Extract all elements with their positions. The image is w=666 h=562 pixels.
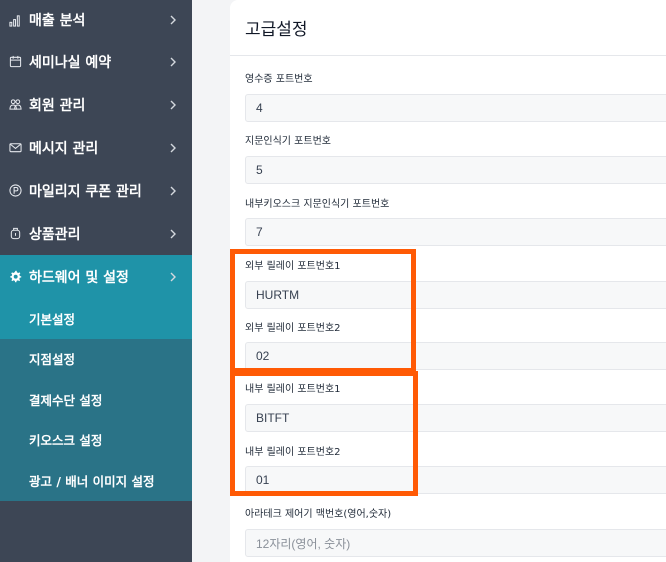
fingerprint-port-label: 지문인식기 포트번호 [245, 136, 331, 147]
inner-relay-port1-input[interactable]: BITFT [245, 404, 666, 432]
inner-relay-port1-label: 내부 릴레이 포트번호1 [245, 384, 341, 395]
receipt-port-label: 영수증 포트번호 [245, 74, 313, 85]
chevron-right-icon [168, 229, 178, 239]
submenu-item-branch-settings[interactable]: 지점설정 [0, 339, 192, 380]
sidebar-item-product-management[interactable]: 상품관리 [0, 212, 192, 255]
sidebar-item-mileage-coupon[interactable]: 마일리지 쿠폰 관리 [0, 169, 192, 212]
submenu-item-banner-settings[interactable]: 광고 / 배너 이미지 설정 [0, 460, 192, 501]
outer-relay-port1-label: 외부 릴레이 포트번호1 [245, 261, 341, 272]
sidebar-item-label: 회원 관리 [29, 97, 86, 114]
aratech-mac-label: 아라테크 제어기 맥번호(영어,숫자) [245, 509, 392, 520]
p-coin-icon [7, 183, 23, 199]
chevron-right-icon [168, 143, 178, 153]
sidebar-item-member-management[interactable]: 회원 관리 [0, 83, 192, 126]
sidebar-item-sales-analysis[interactable]: 매출 분석 [0, 0, 192, 40]
chevron-right-icon [168, 57, 178, 67]
chevron-right-icon [168, 15, 178, 25]
box-icon [7, 226, 23, 242]
sidebar-item-message-management[interactable]: 메시지 관리 [0, 126, 192, 169]
aratech-mac-input[interactable]: 12자리(영어, 숫자) [245, 529, 666, 557]
inner-kiosk-fingerprint-port-input[interactable]: 7 [245, 218, 666, 246]
advanced-settings-card: 고급설정 영수증 포트번호 4 지문인식기 포트번호 5 내부키오스크 지문인식… [230, 0, 666, 562]
card-header: 고급설정 [230, 0, 666, 56]
sidebar-item-label: 마일리지 쿠폰 관리 [29, 183, 142, 200]
sidebar-item-seminar-booking[interactable]: 세미나실 예약 [0, 40, 192, 83]
sidebar-item-label: 상품관리 [29, 226, 81, 243]
sidebar-submenu: 기본설정 지점설정 결제수단 설정 키오스크 설정 광고 / 배너 이미지 설정 [0, 298, 192, 501]
chevron-right-icon [168, 272, 178, 282]
receipt-port-input[interactable]: 4 [245, 94, 666, 122]
sidebar-item-label: 하드웨어 및 설정 [29, 269, 129, 286]
submenu-item-kiosk-settings[interactable]: 키오스크 설정 [0, 420, 192, 461]
outer-relay-port2-label: 외부 릴레이 포트번호2 [245, 323, 341, 334]
gear-icon [7, 269, 23, 285]
inner-kiosk-fingerprint-port-label: 내부키오스크 지문인식기 포트번호 [245, 199, 390, 210]
sidebar-item-label: 메시지 관리 [29, 140, 99, 157]
submenu-item-basic-settings[interactable]: 기본설정 [0, 298, 192, 339]
chevron-right-icon [168, 186, 178, 196]
outer-relay-port2-input[interactable]: 02 [245, 342, 666, 370]
chevron-right-icon [168, 100, 178, 110]
outer-relay-port1-input[interactable]: HURTM [245, 281, 666, 309]
sidebar-item-label: 세미나실 예약 [29, 54, 112, 71]
mail-icon [7, 140, 23, 156]
calendar-icon [7, 54, 23, 70]
bar-chart-icon [7, 12, 23, 28]
users-icon [7, 97, 23, 113]
inner-relay-port2-label: 내부 릴레이 포트번호2 [245, 447, 341, 458]
sidebar: 매출 분석 세미나실 예약 회원 관리 메시지 관리 마일리지 쿠폰 관리 상품 [0, 0, 192, 562]
sidebar-item-hardware-settings[interactable]: 하드웨어 및 설정 [0, 255, 192, 298]
page-title: 고급설정 [245, 20, 308, 40]
inner-relay-port2-input[interactable]: 01 [245, 466, 666, 494]
sidebar-item-label: 매출 분석 [29, 13, 86, 29]
submenu-item-payment-settings[interactable]: 결제수단 설정 [0, 379, 192, 420]
fingerprint-port-input[interactable]: 5 [245, 156, 666, 184]
